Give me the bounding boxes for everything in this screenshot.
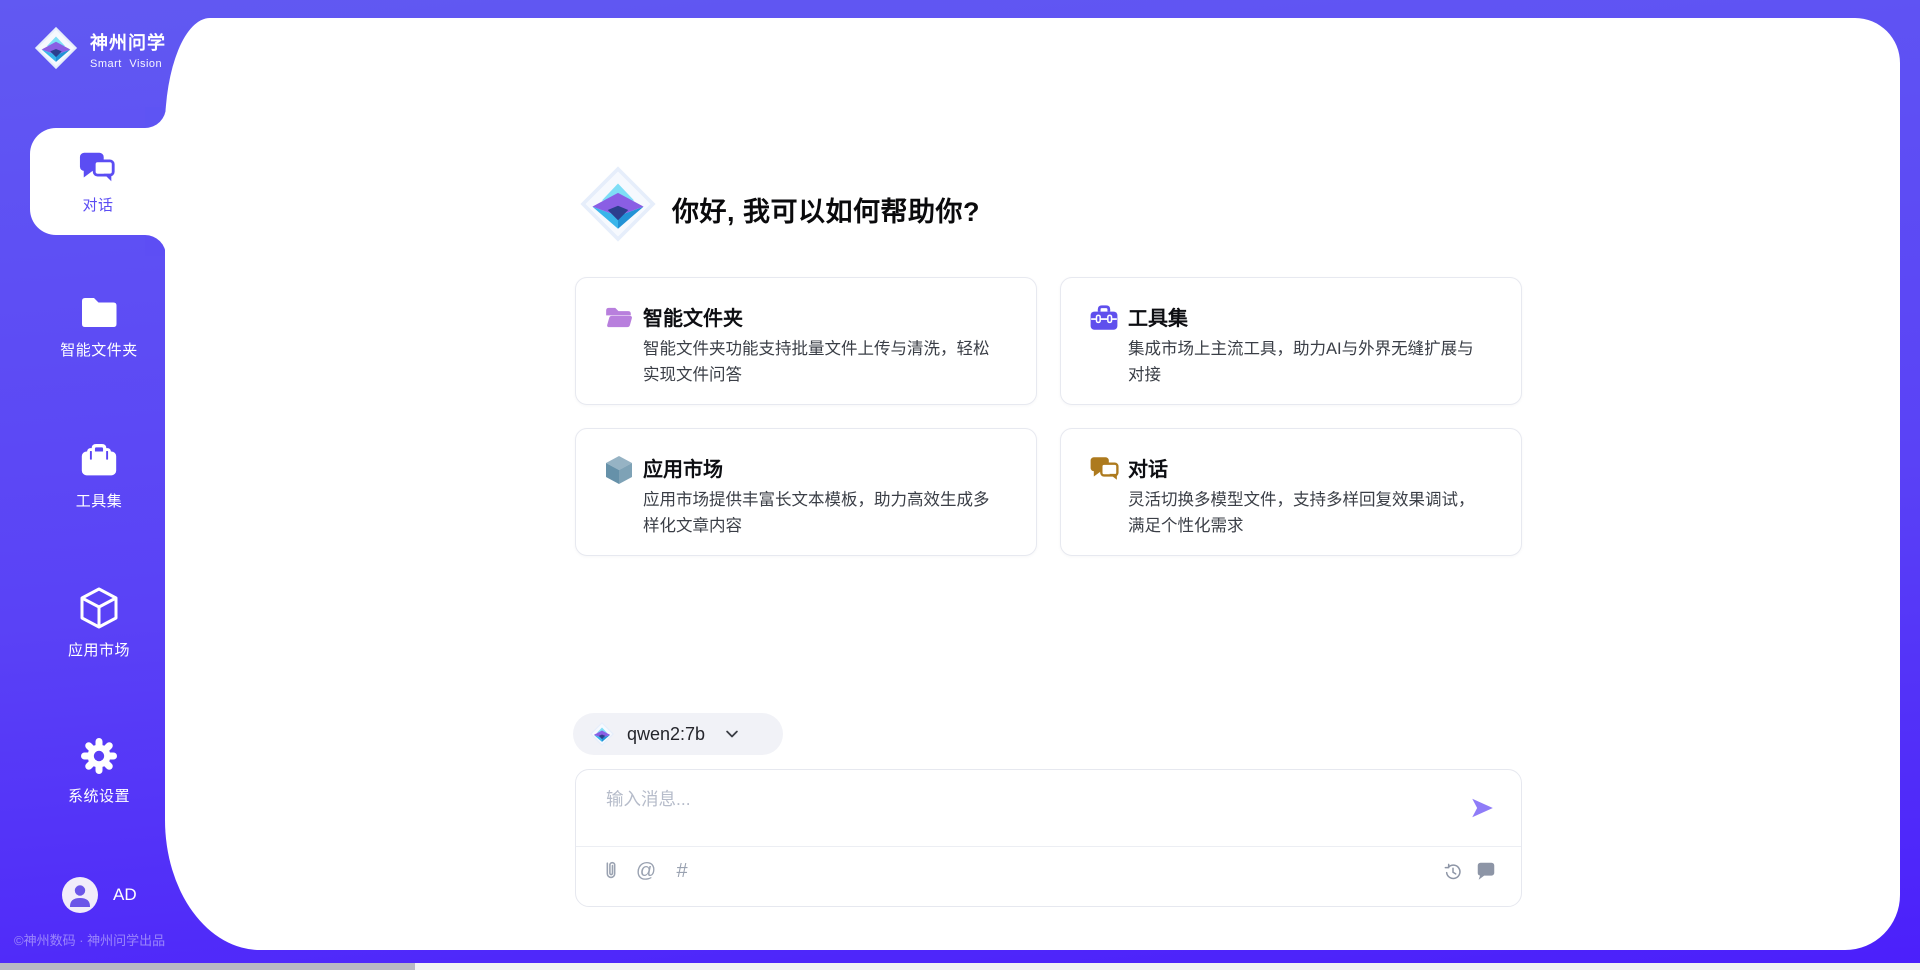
card-description: 灵活切换多模型文件，支持多样回复效果调试，满足个性化需求 [1128, 487, 1484, 539]
chat-bubbles-icon [77, 149, 119, 187]
card-toolset[interactable]: 工具集 集成市场上主流工具，助力AI与外界无缝扩展与对接 [1060, 277, 1522, 405]
horizontal-scrollbar[interactable] [0, 963, 1920, 970]
sidebar-item-settings[interactable]: 系统设置 [33, 736, 165, 806]
message-composer: @ # [575, 769, 1522, 907]
send-icon[interactable] [1469, 795, 1495, 821]
sidebar-item-label: 系统设置 [68, 785, 130, 806]
model-gem-logo-icon [589, 721, 615, 747]
card-chat[interactable]: 对话 灵活切换多模型文件，支持多样回复效果调试，满足个性化需求 [1060, 428, 1522, 556]
hash-icon[interactable]: # [671, 860, 693, 882]
sidebar-item-chat[interactable]: 对话 [30, 128, 166, 235]
attach-icon[interactable] [600, 860, 622, 882]
model-name: qwen2:7b [627, 724, 705, 745]
tab-notch-top [145, 107, 166, 128]
chat-bubbles-icon [1089, 455, 1119, 485]
sidebar-item-label: 应用市场 [68, 639, 130, 660]
sidebar-item-label: 智能文件夹 [60, 339, 138, 360]
composer-divider [576, 846, 1521, 847]
card-title: 智能文件夹 [643, 302, 743, 331]
comment-icon[interactable] [1475, 860, 1497, 882]
card-title: 应用市场 [643, 453, 723, 482]
user-name: AD [113, 885, 137, 905]
copyright-footer: ©神州数码 · 神州问学出品 [14, 930, 165, 949]
sidebar-item-folders[interactable]: 智能文件夹 [33, 294, 165, 360]
brand: 神州问学 Smart Vision [33, 25, 166, 71]
toolbox-icon [78, 441, 120, 481]
history-icon[interactable] [1443, 862, 1463, 882]
app-window: { "brand": { "name": "神州问学", "subtitle":… [0, 0, 1920, 970]
card-description: 智能文件夹功能支持批量文件上传与清洗，轻松实现文件问答 [643, 336, 999, 388]
card-app-market[interactable]: 应用市场 应用市场提供丰富长文本模板，助力高效生成多样化文章内容 [575, 428, 1037, 556]
brand-gem-logo-icon [33, 25, 79, 71]
sidebar-item-label: 工具集 [76, 490, 123, 511]
greeting-gem-logo-icon [577, 162, 659, 246]
greeting-title: 你好, 我可以如何帮助你? [672, 190, 980, 229]
brand-name: 神州问学 [90, 29, 166, 55]
sidebar-item-label: 对话 [82, 194, 113, 215]
toolbox-icon [1089, 304, 1119, 334]
brand-subtitle: Smart Vision [90, 58, 166, 70]
message-input[interactable] [606, 786, 1426, 838]
tab-notch-bottom [145, 235, 166, 256]
mention-icon[interactable]: @ [635, 860, 657, 882]
card-title: 对话 [1128, 453, 1168, 482]
cube-icon [604, 455, 634, 485]
person-icon [62, 877, 98, 913]
chevron-down-icon [723, 725, 741, 743]
model-selector[interactable]: qwen2:7b [573, 713, 783, 755]
sidebar-item-tools[interactable]: 工具集 [33, 441, 165, 511]
gear-icon [79, 736, 119, 776]
card-description: 集成市场上主流工具，助力AI与外界无缝扩展与对接 [1128, 336, 1484, 388]
folder-icon [78, 294, 120, 330]
sidebar-item-market[interactable]: 应用市场 [33, 586, 165, 660]
user-account[interactable]: AD [62, 877, 137, 913]
cube-icon [79, 586, 119, 630]
folder-open-icon [604, 304, 634, 334]
card-description: 应用市场提供丰富长文本模板，助力高效生成多样化文章内容 [643, 487, 999, 539]
card-smart-folders[interactable]: 智能文件夹 智能文件夹功能支持批量文件上传与清洗，轻松实现文件问答 [575, 277, 1037, 405]
scrollbar-thumb[interactable] [0, 963, 415, 970]
card-title: 工具集 [1128, 302, 1188, 331]
